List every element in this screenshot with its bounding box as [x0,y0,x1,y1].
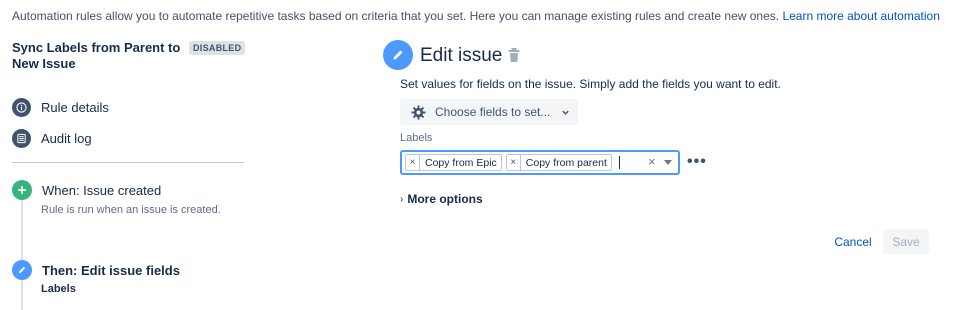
info-icon [12,98,31,117]
choose-fields-button[interactable]: Choose fields to set... [400,99,578,125]
labels-field-label: Labels [400,132,433,144]
sidebar-item-label: Rule details [41,100,109,115]
chevron-right-icon: › [400,193,404,205]
intro-description: Automation rules allow you to automate r… [12,9,780,23]
more-actions-icon[interactable]: ••• [687,154,707,170]
more-options-label: More options [407,192,483,206]
label-tag: × Copy from parent [505,154,612,171]
dropdown-arrow-icon[interactable] [664,160,672,165]
text-caret [618,156,620,169]
status-badge: DISABLED [189,41,246,55]
sidebar-item-rule-details[interactable]: Rule details [12,98,109,117]
chevron-down-icon [562,110,570,115]
list-icon [12,129,31,148]
trigger-subtitle: Rule is run when an issue is created. [41,204,221,216]
editor-title: Edit issue [420,45,503,66]
plus-icon [12,180,32,200]
sidebar-item-label: Audit log [41,131,92,146]
clear-icon[interactable]: × [648,154,656,169]
rule-title: Sync Labels from Parent to New Issue [12,40,181,71]
pencil-icon [12,260,32,280]
label-tag-text: Copy from parent [525,156,607,169]
gear-icon [411,104,426,120]
remove-tag-icon[interactable]: × [406,155,420,170]
edit-pencil-icon [383,40,413,70]
editor-description: Set values for fields on the issue. Simp… [400,77,781,91]
intro-text: Automation rules allow you to automate r… [12,9,940,23]
save-button: Save [883,229,929,254]
cancel-button[interactable]: Cancel [828,229,878,254]
sidebar-item-audit-log[interactable]: Audit log [12,129,92,148]
action-title[interactable]: Then: Edit issue fields [42,263,180,278]
label-tag-text: Copy from Epic [425,156,497,169]
choose-fields-label: Choose fields to set... [435,105,551,119]
trash-icon[interactable] [507,47,521,63]
learn-more-link[interactable]: Learn more about automation [782,9,939,23]
sidebar-divider [12,162,244,163]
label-tag: × Copy from Epic [405,154,502,171]
more-options-toggle[interactable]: › More options [400,192,483,206]
action-subtitle: Labels [41,283,76,295]
trigger-title[interactable]: When: Issue created [42,183,161,198]
labels-input[interactable]: × Copy from Epic × Copy from parent × [400,150,680,175]
remove-tag-icon[interactable]: × [507,155,521,170]
